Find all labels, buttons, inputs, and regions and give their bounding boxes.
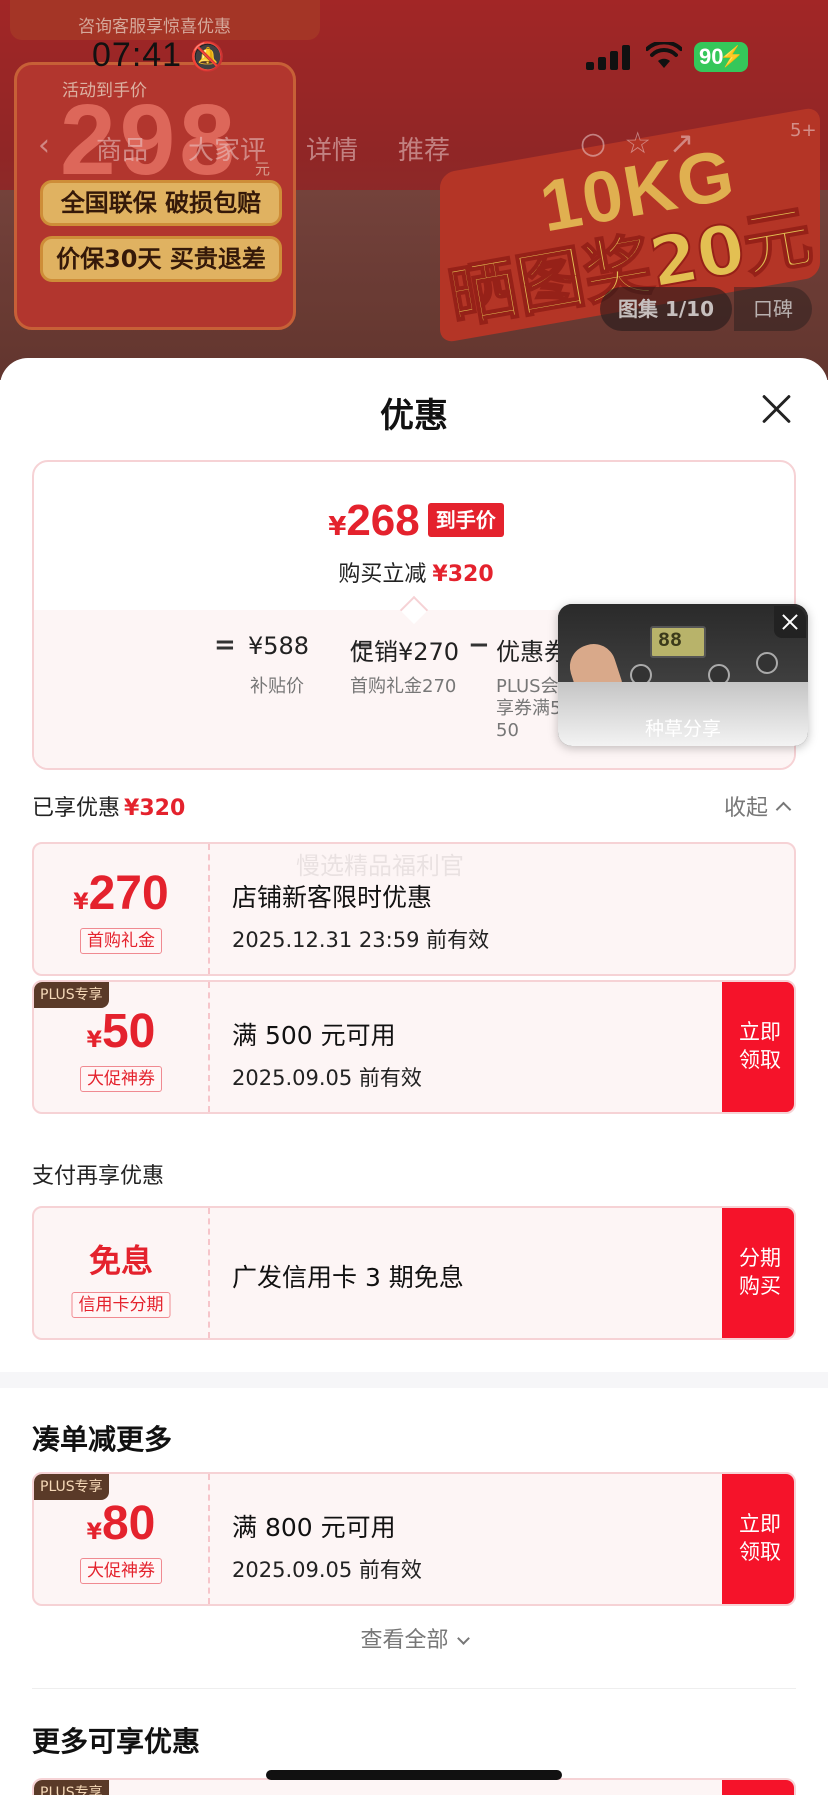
coupon-validity: 2025.12.31 23:59 前有效: [232, 928, 490, 952]
plus-exclusive-badge: PLUS专享: [34, 1780, 109, 1795]
coupon-title: 店铺新客限时优惠: [232, 883, 433, 912]
base-price: ¥588: [248, 632, 310, 660]
coupon-deduction-label: PLUS会 享券满5 50: [496, 676, 561, 742]
coupon-currency: ¥: [73, 890, 89, 915]
close-icon[interactable]: [756, 390, 796, 430]
reduction-value: ¥320: [432, 562, 494, 587]
promo-deduction: 促销¥270: [350, 632, 459, 667]
pay-section-label: 支付再享优惠: [32, 1164, 165, 1189]
claim-button[interactable]: 立即 领取: [722, 982, 794, 1112]
status-time: 07:41: [92, 36, 183, 74]
coupon-validity: 2025.09.05 前有效: [232, 1066, 422, 1090]
claim-button-line2: 领取: [739, 1540, 781, 1564]
final-price-tag: 到手价: [427, 503, 504, 537]
more-savings-heading: 凑单减更多: [32, 1423, 173, 1456]
divider-line: [32, 1688, 796, 1689]
coupon-title: 满 500 元可用: [232, 1021, 396, 1050]
charging-icon: ⚡: [719, 46, 744, 68]
purchase-reduction: 购买立减 ¥320: [34, 556, 794, 588]
claim-button-line1: 立即: [739, 1020, 781, 1044]
coupon-plus-50[interactable]: ¥50 大促神券 PLUS专享 满 500 元可用 2025.09.05 前有效…: [32, 980, 796, 1114]
collapse-label: 收起: [724, 796, 769, 821]
installment-free-label: 免息: [88, 1242, 153, 1280]
coupon-peek[interactable]: PLUS专享: [32, 1778, 796, 1795]
coupon-tag: 首购礼金: [80, 928, 162, 954]
claim-button-peek[interactable]: [722, 1780, 794, 1795]
lcd-digits: 88: [658, 630, 683, 653]
chevron-up-icon: [775, 801, 792, 818]
chevron-down-icon: [456, 1632, 470, 1645]
shop-watermark: 慢选精品福利官: [296, 852, 464, 880]
coupon-divider: [208, 982, 210, 1112]
claim-button-line2: 领取: [739, 1048, 781, 1072]
enjoyed-label-text: 已享优惠: [32, 796, 121, 821]
coupon-amount: ¥50: [34, 1004, 208, 1059]
claim-button-line1: 立即: [739, 1512, 781, 1536]
wifi-icon: [646, 42, 682, 68]
claim-button[interactable]: 立即 领取: [722, 1474, 794, 1604]
coupon-value-area: 免息 信用卡分期: [34, 1208, 208, 1338]
coupon-divider: [208, 1208, 210, 1338]
home-indicator[interactable]: [266, 1770, 562, 1780]
base-price-label: 补贴价: [250, 676, 304, 697]
coupon-amount-value: 270: [88, 867, 169, 920]
video-knob: [756, 652, 778, 674]
minus-sign-2: −: [468, 630, 490, 660]
plus-exclusive-badge: PLUS专享: [34, 982, 109, 1008]
enjoyed-value: ¥320: [124, 796, 186, 821]
installment-buy-button[interactable]: 分期 购买: [722, 1208, 794, 1338]
sheet-title: 优惠: [380, 396, 448, 436]
installment-button-line2: 购买: [739, 1274, 781, 1298]
coupon-currency: ¥: [86, 1028, 102, 1053]
coupon-amount-value: 50: [101, 1005, 156, 1058]
coupon-value-area: ¥270 首购礼金: [34, 844, 208, 974]
cell-signal-icon: [586, 44, 630, 70]
coupon-divider: [208, 1474, 210, 1604]
coupon-amount: 免息: [34, 1236, 208, 1282]
coupon-title: 广发信用卡 3 期免息: [232, 1263, 464, 1292]
extra-savings-heading: 更多可享优惠: [32, 1725, 201, 1758]
video-caption: 种草分享: [644, 718, 721, 740]
coupon-tag: 大促神券: [80, 1066, 162, 1092]
installment-button-line1: 分期: [739, 1246, 781, 1270]
coupon-amount: ¥80: [34, 1496, 208, 1551]
battery-indicator: 90 ⚡: [694, 42, 748, 72]
reduction-label: 购买立减: [338, 562, 427, 587]
coupon-plus-80[interactable]: ¥80 大促神券 PLUS专享 满 800 元可用 2025.09.05 前有效…: [32, 1472, 796, 1606]
floating-video-player[interactable]: 88 种草分享: [558, 604, 808, 746]
coupon-validity: 2025.09.05 前有效: [232, 1558, 422, 1582]
coupon-label-line2: 享券满5: [496, 698, 562, 719]
video-lcd-display: 88: [650, 626, 706, 658]
coupon-title: 满 800 元可用: [232, 1513, 396, 1542]
bell-muted-icon: 🔕: [190, 40, 225, 73]
promo-deduction-value: 促销¥270: [350, 638, 460, 666]
coupon-amount-value: 80: [101, 1497, 156, 1550]
coupon-installment[interactable]: 免息 信用卡分期 广发信用卡 3 期免息 分期购买: [32, 1206, 796, 1340]
section-separator: [0, 1372, 828, 1388]
coupon-divider: [208, 844, 210, 974]
coupon-label-line1: PLUS会: [496, 676, 559, 697]
coupon-currency: ¥: [86, 1520, 102, 1545]
coupon-amount: ¥270: [34, 866, 208, 921]
view-all-label: 查看全部: [360, 1628, 449, 1653]
plus-exclusive-badge: PLUS专享: [34, 1474, 109, 1500]
final-price-currency: ¥: [328, 512, 347, 542]
view-all-link[interactable]: 查看全部: [0, 1622, 828, 1654]
close-icon[interactable]: [774, 606, 806, 638]
coupon-tag: 信用卡分期: [71, 1292, 171, 1318]
promo-deduction-label: 首购礼金270: [350, 676, 457, 697]
enjoyed-discount-label: 已享优惠 ¥320: [32, 790, 185, 822]
equals-sign: =: [214, 630, 236, 660]
final-price-value: 268: [346, 496, 420, 545]
coupon-label-line3: 50: [496, 720, 519, 741]
collapse-toggle[interactable]: 收起: [724, 790, 792, 822]
final-price: ¥268 到手价: [34, 496, 794, 546]
coupon-tag: 大促神券: [80, 1558, 162, 1584]
